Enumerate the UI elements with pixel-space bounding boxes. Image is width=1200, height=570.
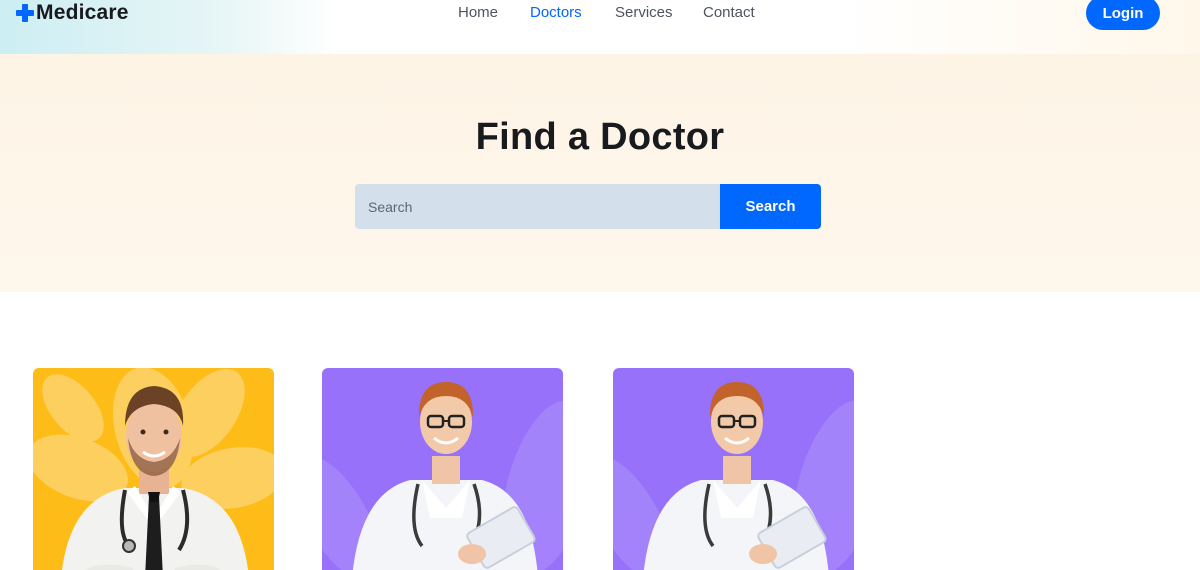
nav-item-doctors[interactable]: Doctors: [530, 4, 582, 21]
doctor-photo: [33, 368, 274, 570]
nav-item-contact[interactable]: Contact: [703, 4, 755, 21]
hero-section: Find a Doctor Search: [0, 54, 1200, 292]
doctor-card[interactable]: [613, 368, 854, 570]
search-button[interactable]: Search: [720, 184, 821, 229]
search-bar: Search: [355, 184, 821, 229]
doctor-photo: [613, 382, 854, 570]
main-nav: Home Doctors Services Contact: [0, 4, 1200, 22]
nav-item-home[interactable]: Home: [458, 4, 498, 21]
doctor-card[interactable]: [33, 368, 274, 570]
page-title: Find a Doctor: [475, 116, 725, 158]
login-button[interactable]: Login: [1086, 0, 1160, 30]
nav-item-services[interactable]: Services: [615, 4, 673, 21]
search-input[interactable]: [355, 184, 720, 229]
doctor-photo: [322, 382, 563, 570]
site-header: Medicare Home Doctors Services Contact L…: [0, 0, 1200, 54]
doctor-card[interactable]: [322, 368, 563, 570]
